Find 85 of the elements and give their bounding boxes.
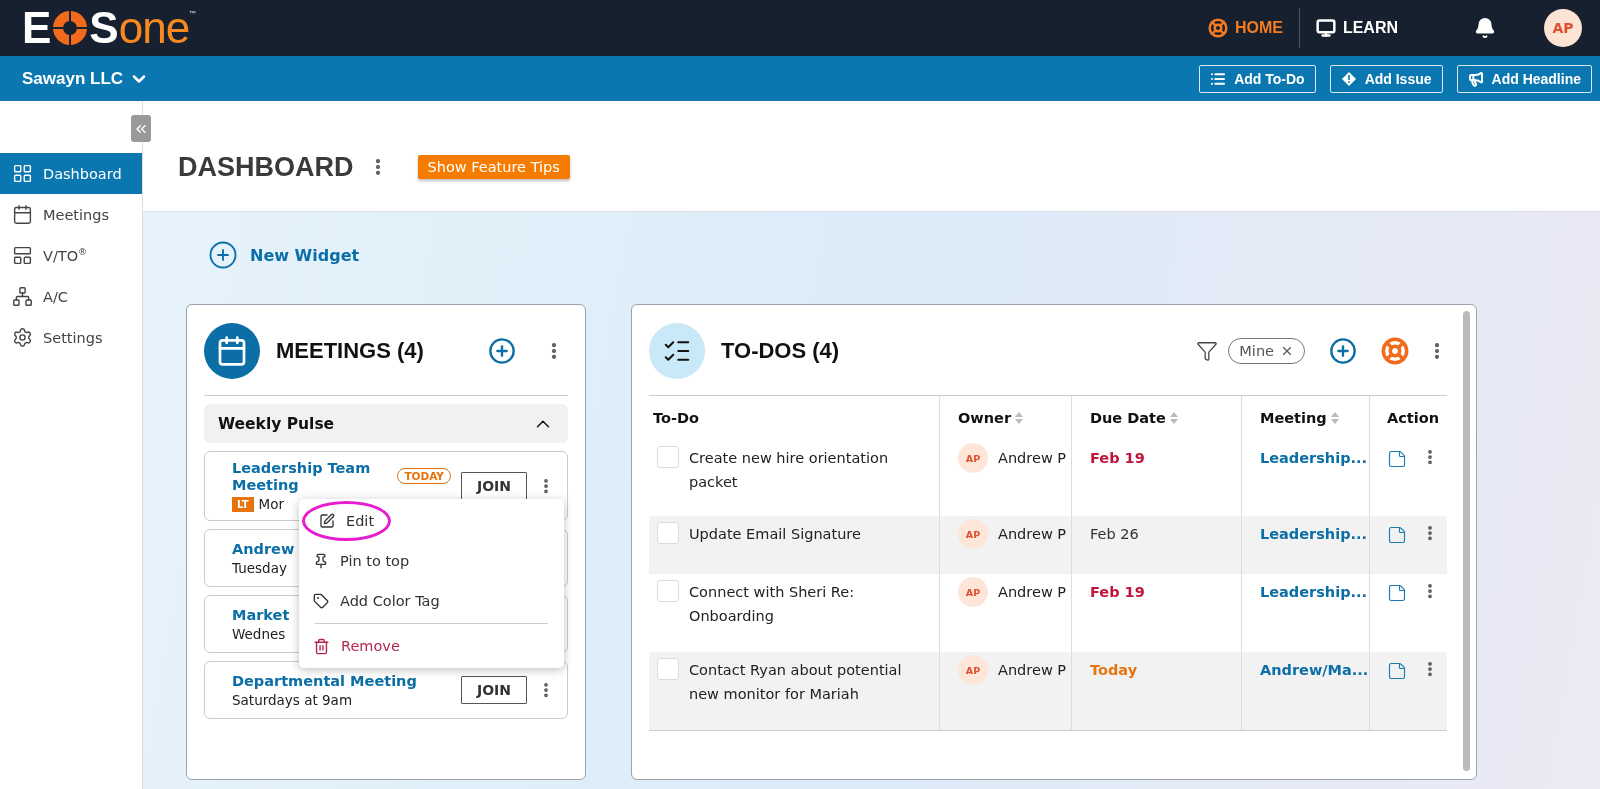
warning-diamond-icon [1340, 70, 1357, 87]
column-header: Action [1386, 409, 1440, 428]
owner-avatar: AP [958, 655, 988, 685]
meeting-schedule: Tuesday [232, 559, 287, 576]
note-icon[interactable] [1387, 525, 1407, 545]
org-chart-icon [12, 286, 33, 307]
add-icon[interactable] [1329, 337, 1357, 365]
collapse-button[interactable] [131, 115, 151, 142]
nav-link[interactable]: LEARN [1299, 18, 1414, 38]
sidebar-item[interactable]: Meetings [0, 194, 142, 235]
todo-text: Contact Ryan about potential new monitor for Mariah [689, 661, 903, 704]
list-icon [1210, 70, 1227, 87]
add-icon[interactable] [488, 337, 516, 365]
checklist-icon [649, 323, 705, 379]
logo-text: E [22, 6, 52, 50]
quick-action-button[interactable]: Add Headline [1456, 64, 1592, 93]
trash-icon [313, 637, 330, 655]
layout-icon [12, 245, 33, 266]
note-icon[interactable] [1387, 661, 1407, 681]
page-title: DASHBOARD [178, 151, 354, 183]
meeting-title[interactable]: Leadership Team Meeting [232, 460, 382, 494]
meeting-schedule: Mor [258, 496, 284, 512]
due-date: Feb 19 [1090, 583, 1145, 602]
checkbox[interactable] [657, 522, 679, 544]
join-button[interactable]: JOIN [460, 472, 527, 500]
join-button[interactable]: JOIN [460, 676, 527, 704]
sidebar-item[interactable]: Settings [0, 317, 142, 358]
lifebuoy-icon [1207, 18, 1228, 38]
meeting-link[interactable]: Leadership... [1260, 580, 1368, 604]
settings-icon [12, 327, 33, 348]
nav-link[interactable]: HOME [1191, 18, 1299, 38]
due-date: Feb 26 [1090, 525, 1139, 544]
bell-icon[interactable] [1474, 17, 1496, 39]
grid-icon [12, 163, 33, 184]
note-icon[interactable] [1387, 449, 1407, 469]
lifebuoy-icon[interactable] [1381, 337, 1409, 365]
meeting-schedule: Wednes [232, 625, 286, 642]
meeting-title[interactable]: Departmental Meeting [232, 672, 451, 690]
new-widget-link[interactable]: New Widget [208, 240, 360, 270]
plus-circle-icon [208, 240, 238, 270]
logo-text: S [89, 6, 119, 50]
quick-action-button[interactable]: Add To-Do [1199, 64, 1316, 93]
owner-name: Andrew P [998, 661, 1067, 680]
logo-text: one [118, 6, 190, 50]
todo-text: Connect with Sheri Re: Onboarding [689, 583, 856, 626]
company-selector[interactable]: Sawayn LLC [22, 68, 1186, 89]
checkbox[interactable] [657, 580, 679, 602]
widget-title: MEETINGS (4) [276, 338, 425, 364]
bulb-logo-icon [52, 10, 89, 46]
edit-icon [319, 513, 335, 529]
owner-name: Andrew P [998, 583, 1067, 602]
quick-action-button[interactable]: Add Issue [1329, 64, 1443, 93]
checkbox[interactable] [657, 658, 679, 680]
team-tag: LT [232, 496, 254, 512]
owner-avatar: AP [958, 443, 988, 473]
megaphone-icon [1467, 70, 1484, 87]
widget-title: TO-DOS (4) [721, 338, 841, 364]
scrollbar[interactable] [1463, 311, 1470, 771]
pin-icon [313, 553, 329, 569]
calendar-icon [204, 323, 260, 379]
menu-item[interactable]: Add Color Tag [299, 581, 454, 621]
meeting-link[interactable]: Leadership... [1260, 446, 1368, 470]
note-icon[interactable] [1387, 583, 1407, 603]
sidebar-item[interactable]: V/TO$^{®}$ [0, 235, 142, 276]
sidebar-item[interactable]: Dashboard [0, 153, 142, 194]
filter-chip[interactable]: Mine [1228, 338, 1305, 364]
group-header[interactable]: Weekly Pulse [204, 404, 568, 443]
menu-item[interactable]: Edit [302, 501, 392, 541]
sidebar-item[interactable]: A/C [0, 276, 142, 317]
due-date: Today [1090, 661, 1138, 680]
monitor-icon [1315, 18, 1336, 38]
todo-text: Update Email Signature [689, 525, 861, 544]
owner-avatar: AP [958, 519, 988, 549]
owner-name: Andrew P [998, 449, 1067, 468]
owner-avatar: AP [958, 577, 988, 607]
close-icon [1280, 344, 1294, 358]
calendar-icon [12, 204, 33, 225]
todo-text: Create new hire orientation packet [689, 449, 890, 492]
menu-item[interactable]: Pin to top [299, 541, 424, 581]
due-date: Feb 19 [1090, 449, 1145, 468]
checkbox[interactable] [657, 446, 679, 468]
filter-icon[interactable] [1196, 340, 1219, 362]
tag-icon [313, 593, 329, 609]
owner-name: Andrew P [998, 525, 1067, 544]
meeting-schedule: Saturdays at 9am [232, 691, 353, 708]
